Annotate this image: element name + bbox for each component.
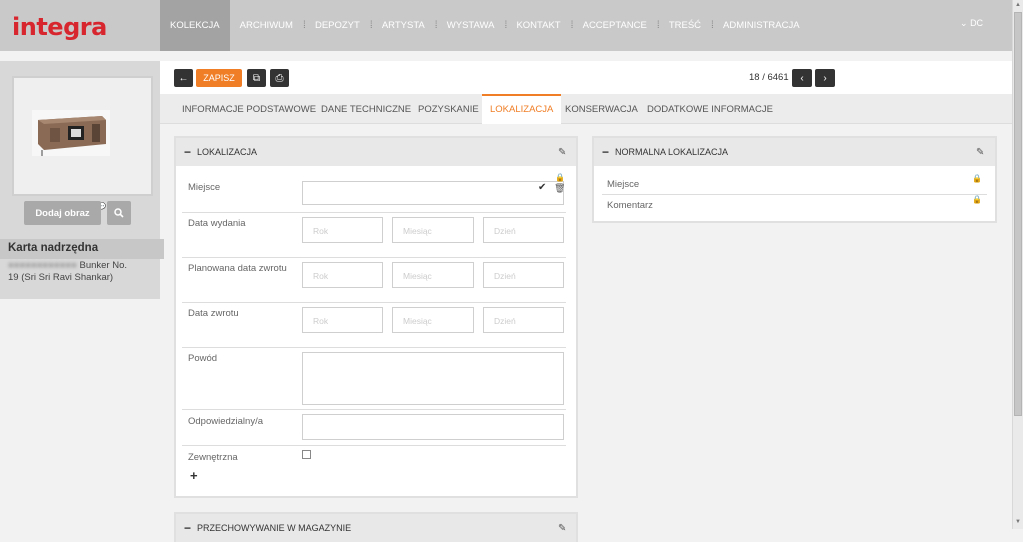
trash-icon[interactable]: 🗑 [554, 183, 565, 194]
main-nav: KOLEKCJA ARCHIWUM ⁞ DEPOZYT ⁞ ARTYSTA ⁞ … [160, 0, 810, 51]
add-row-icon[interactable]: + [190, 468, 198, 483]
lock-icon[interactable]: 🔒 [972, 195, 982, 204]
tab-konserwacja[interactable]: KONSERWACJA [557, 94, 646, 124]
panel-title: NORMALNA LOKALIZACJA [615, 147, 729, 157]
user-initials: DC [970, 18, 984, 28]
powod-textarea[interactable] [302, 352, 564, 405]
back-button[interactable]: ← [174, 69, 193, 87]
check-icon[interactable]: ✔ [538, 182, 546, 193]
panel-title: PRZECHOWYWANIE W MAGAZYNIE [197, 523, 352, 533]
label-normalna-komentarz: Komentarz [607, 200, 653, 211]
data-wydania-day-input[interactable]: Dzień [483, 217, 564, 243]
panel-title: LOKALIZACJA [197, 147, 258, 157]
collapse-icon[interactable]: − [184, 521, 191, 535]
row-divider [182, 409, 566, 410]
panel-header[interactable]: − PRZECHOWYWANIE W MAGAZYNIE [176, 514, 576, 542]
row-divider [182, 302, 566, 303]
redacted-text: ■■■■■■■■■■■■ [8, 260, 77, 271]
collapse-icon[interactable]: − [602, 145, 609, 159]
copy-button[interactable]: ⧉ [247, 69, 266, 87]
prev-record-button[interactable]: ‹ [792, 69, 812, 87]
row-divider [602, 194, 987, 195]
nav-item-depozyt[interactable]: DEPOZYT [305, 0, 370, 51]
tab-bar: INFORMACJE PODSTAWOWE DANE TECHNICZNE PO… [160, 94, 1012, 124]
chevron-down-icon: ⌄ [960, 18, 968, 28]
row-divider [182, 445, 566, 446]
label-normalna-miejsce: Miejsce [607, 179, 640, 190]
odpowiedzialny-input[interactable] [302, 414, 564, 440]
panel-header[interactable]: − LOKALIZACJA [176, 138, 576, 166]
scroll-thumb[interactable] [1014, 12, 1022, 416]
nav-item-artysta[interactable]: ARTYSTA [372, 0, 435, 51]
row-divider [182, 347, 566, 348]
nav-item-acceptance[interactable]: ACCEPTANCE [573, 0, 657, 51]
row-divider [182, 212, 566, 213]
pencil-icon[interactable]: ✎ [558, 147, 566, 158]
parent-card-text-2: 19 (Sri Sri Ravi Shankar) [8, 272, 114, 283]
record-pager: 18 / 6461 [749, 72, 789, 83]
planowana-year-input[interactable]: Rok [302, 262, 383, 288]
user-menu[interactable]: ⌄ DC [960, 18, 983, 29]
nav-item-administracja[interactable]: ADMINISTRACJA [713, 0, 810, 51]
next-record-button[interactable]: › [815, 69, 835, 87]
scroll-up-icon[interactable]: ▲ [1015, 2, 1021, 8]
row-divider [182, 257, 566, 258]
panel-header[interactable]: − NORMALNA LOKALIZACJA [594, 138, 995, 166]
data-zwrotu-year-input[interactable]: Rok [302, 307, 383, 333]
nav-item-archiwum[interactable]: ARCHIWUM [230, 0, 303, 51]
planowana-day-input[interactable]: Dzień [483, 262, 564, 288]
copy-icon: ⧉ [252, 72, 261, 84]
parent-card-text-1: Bunker No. [79, 260, 128, 271]
lock-icon[interactable]: 🔒 [555, 173, 565, 182]
nav-item-tresc[interactable]: TREŚĆ [659, 0, 711, 51]
tab-dane-techniczne[interactable]: DANE TECHNICZNE [313, 94, 419, 124]
toolbar: ← ⧉ ⎙ ‹ › [160, 61, 1012, 94]
label-planowana-data-zwrotu: Planowana data zwrotu [188, 263, 287, 274]
data-zwrotu-month-input[interactable]: Miesiąc [392, 307, 474, 333]
parent-card-title: Karta nadrzędna [0, 239, 164, 259]
tab-lokalizacja[interactable]: LOKALIZACJA [482, 94, 562, 124]
artwork-thumbnail[interactable]: 🗑 💬 [12, 76, 153, 211]
miejsce-input[interactable] [302, 181, 564, 205]
pencil-icon[interactable]: ✎ [976, 147, 984, 158]
tab-dodatkowe-informacje[interactable]: DODATKOWE INFORMACJE [639, 94, 781, 124]
nav-item-kolekcja[interactable]: KOLEKCJA [160, 0, 230, 51]
label-miejsce: Miejsce [188, 182, 221, 193]
tab-pozyskanie[interactable]: POZYSKANIE [410, 94, 487, 124]
scroll-down-icon[interactable]: ▼ [1015, 519, 1021, 525]
label-data-wydania: Data wydania [188, 218, 246, 229]
logo[interactable]: integra [12, 13, 107, 41]
lokalizacja-panel: − LOKALIZACJA ✎ Miejsce ✔ 🔒 🗑 Data wydan… [174, 136, 578, 498]
planowana-month-input[interactable]: Miesiąc [392, 262, 474, 288]
search-icon [114, 208, 124, 218]
tab-informacje-podstawowe[interactable]: INFORMACJE PODSTAWOWE [174, 94, 324, 124]
nav-item-kontakt[interactable]: KONTAKT [506, 0, 570, 51]
add-image-button[interactable]: Dodaj obraz [24, 201, 101, 225]
label-odpowiedzialny: Odpowiedzialny/a [188, 416, 263, 427]
zewnetrzna-checkbox[interactable] [302, 450, 311, 459]
artwork-image [32, 110, 110, 156]
data-wydania-month-input[interactable]: Miesiąc [392, 217, 474, 243]
label-data-zwrotu: Data zwrotu [188, 308, 239, 319]
label-zewnetrzna: Zewnętrzna [188, 452, 238, 463]
collapse-icon[interactable]: − [184, 145, 191, 159]
przechowywanie-panel: − PRZECHOWYWANIE W MAGAZYNIE ✎ [174, 512, 578, 542]
chevron-right-icon: › [823, 72, 827, 84]
lock-icon[interactable]: 🔒 [972, 174, 982, 183]
nav-item-wystawa[interactable]: WYSTAWA [437, 0, 505, 51]
parent-card-link[interactable]: ■■■■■■■■■■■■ Bunker No. 19 (Sri Sri Ravi… [8, 260, 154, 284]
chevron-left-icon: ‹ [800, 72, 804, 84]
data-wydania-year-input[interactable]: Rok [302, 217, 383, 243]
arrow-left-icon: ← [178, 72, 189, 84]
data-zwrotu-day-input[interactable]: Dzień [483, 307, 564, 333]
print-button[interactable]: ⎙ [270, 69, 289, 87]
search-image-button[interactable] [107, 201, 131, 225]
page-scrollbar[interactable]: ▲ ▼ [1012, 0, 1023, 529]
normalna-lokalizacja-panel: − NORMALNA LOKALIZACJA ✎ Miejsce 🔒 Komen… [592, 136, 997, 223]
save-button[interactable]: ZAPISZ [196, 69, 242, 87]
sidebar: 🗑 💬 Dodaj obraz Karta nadrzędna ■■■■■■■■… [0, 61, 164, 299]
print-icon: ⎙ [275, 72, 284, 84]
top-bar: integra KOLEKCJA ARCHIWUM ⁞ DEPOZYT ⁞ AR… [0, 0, 1012, 51]
label-powod: Powód [188, 353, 218, 364]
